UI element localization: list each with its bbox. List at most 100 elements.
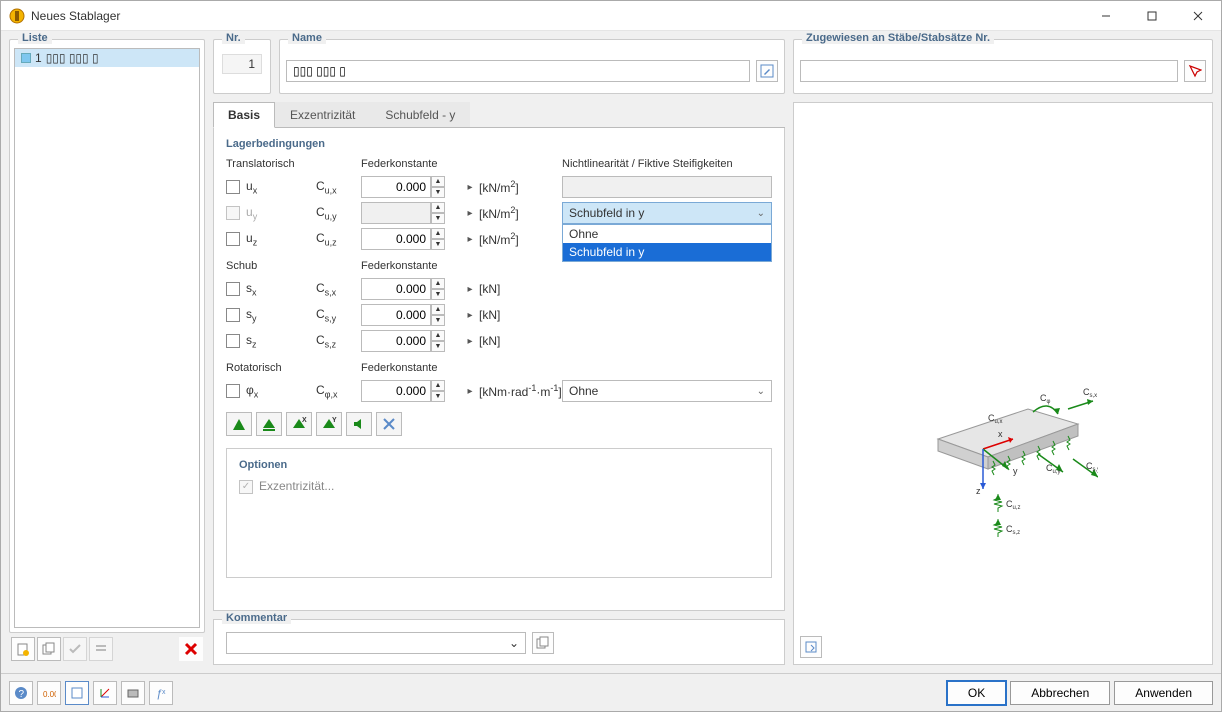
uy-nonlin-dropdown[interactable]: Schubfeld in y ⌄ Ohne Schubfeld in y bbox=[562, 202, 772, 224]
cuy-input bbox=[361, 202, 431, 224]
cux-input[interactable] bbox=[361, 176, 431, 198]
ux-checkbox[interactable] bbox=[226, 180, 240, 194]
translat-header: Translatorisch bbox=[226, 158, 316, 170]
csx-input[interactable] bbox=[361, 278, 431, 300]
cuz-input[interactable] bbox=[361, 228, 431, 250]
cux-menu[interactable]: ▸ bbox=[463, 176, 477, 198]
support-type-2-button[interactable] bbox=[256, 412, 282, 436]
comment-library-button[interactable] bbox=[532, 632, 554, 654]
lager-section-title: Lagerbedingungen bbox=[226, 138, 772, 150]
nr-value: 1 bbox=[222, 54, 262, 74]
csx-menu[interactable]: ▸ bbox=[463, 278, 477, 300]
list-box[interactable]: 1 ▯▯▯ ▯▯▯ ▯ bbox=[14, 48, 200, 628]
cux-spin-up[interactable]: ▲ bbox=[431, 176, 445, 187]
feder-header-2: Federkonstante bbox=[361, 260, 477, 272]
list-copy-button[interactable] bbox=[37, 637, 61, 661]
close-button[interactable] bbox=[1175, 1, 1221, 31]
app-icon bbox=[9, 8, 25, 24]
name-edit-button[interactable] bbox=[756, 60, 778, 82]
tab-basis[interactable]: Basis bbox=[213, 102, 275, 128]
cuz-menu[interactable]: ▸ bbox=[463, 228, 477, 250]
cuy-spin-down: ▼ bbox=[431, 213, 445, 224]
assign-label: Zugewiesen an Stäbe/Stabsätze Nr. bbox=[802, 32, 994, 44]
list-delete-button[interactable] bbox=[179, 637, 203, 661]
cuy-spin-up: ▲ bbox=[431, 202, 445, 213]
coord-button[interactable] bbox=[65, 681, 89, 705]
list-item-label: ▯▯▯ ▯▯▯ ▯ bbox=[46, 51, 99, 65]
list-new-button[interactable] bbox=[11, 637, 35, 661]
svg-text:y: y bbox=[1013, 466, 1018, 476]
csy-input[interactable] bbox=[361, 304, 431, 326]
tab-schubfeld-y[interactable]: Schubfeld - y bbox=[370, 102, 470, 127]
dd-option-schubfeld[interactable]: Schubfeld in y bbox=[563, 243, 771, 261]
nr-label: Nr. bbox=[222, 32, 245, 44]
chevron-down-icon: ⌄ bbox=[757, 208, 765, 219]
svg-text:0.00: 0.00 bbox=[43, 690, 56, 699]
support-type-sound-button[interactable] bbox=[346, 412, 372, 436]
svg-text:Cs,x: Cs,x bbox=[1083, 387, 1097, 399]
phix-nonlin-dropdown[interactable]: Ohne⌄ bbox=[562, 380, 772, 402]
preview-diagram: x y z Cφ Cs,x bbox=[908, 359, 1098, 549]
feder-header: Federkonstante bbox=[361, 158, 477, 170]
csz-input[interactable] bbox=[361, 330, 431, 352]
window-title: Neues Stablager bbox=[31, 9, 1083, 23]
minimize-button[interactable] bbox=[1083, 1, 1129, 31]
support-type-y-button[interactable]: Y bbox=[316, 412, 342, 436]
cancel-button[interactable]: Abbrechen bbox=[1010, 681, 1110, 705]
svg-text:x: x bbox=[162, 689, 166, 696]
sz-checkbox[interactable] bbox=[226, 334, 240, 348]
ux-nonlin-dropdown bbox=[562, 176, 772, 198]
apply-button[interactable]: Anwenden bbox=[1114, 681, 1213, 705]
feder-header-3: Federkonstante bbox=[361, 362, 477, 374]
cux-spin-down[interactable]: ▼ bbox=[431, 187, 445, 198]
uy-checkbox bbox=[226, 206, 240, 220]
list-item-color bbox=[21, 53, 31, 63]
uz-checkbox[interactable] bbox=[226, 232, 240, 246]
name-label: Name bbox=[288, 32, 326, 44]
sy-checkbox[interactable] bbox=[226, 308, 240, 322]
assign-pick-button[interactable] bbox=[1184, 60, 1206, 82]
dd-option-ohne[interactable]: Ohne bbox=[563, 225, 771, 243]
list-panel-title: Liste bbox=[18, 32, 52, 44]
phix-checkbox[interactable] bbox=[226, 384, 240, 398]
preview-toggle-button[interactable] bbox=[121, 681, 145, 705]
comment-input[interactable]: ⌄ bbox=[226, 632, 526, 654]
cuz-spin-down[interactable]: ▼ bbox=[431, 239, 445, 250]
assign-input[interactable] bbox=[800, 60, 1178, 82]
cphix-menu[interactable]: ▸ bbox=[463, 380, 477, 402]
svg-text:x: x bbox=[998, 429, 1003, 439]
exz-checkbox bbox=[239, 480, 253, 494]
support-type-cross-button[interactable] bbox=[376, 412, 402, 436]
units-button[interactable]: 0.00 bbox=[37, 681, 61, 705]
svg-text:Cu,z: Cu,z bbox=[1006, 499, 1021, 511]
nonlin-header: Nichtlinearität / Fiktive Steifigkeiten bbox=[562, 158, 772, 170]
maximize-button[interactable] bbox=[1129, 1, 1175, 31]
cuz-spin-up[interactable]: ▲ bbox=[431, 228, 445, 239]
svg-text:Y: Y bbox=[332, 417, 337, 424]
chevron-down-icon: ⌄ bbox=[757, 386, 765, 397]
svg-text:Cφ: Cφ bbox=[1040, 393, 1051, 405]
list-item[interactable]: 1 ▯▯▯ ▯▯▯ ▯ bbox=[15, 49, 199, 67]
list-check-button bbox=[63, 637, 87, 661]
ok-button[interactable]: OK bbox=[947, 681, 1006, 705]
chevron-down-icon: ⌄ bbox=[509, 636, 519, 650]
csy-menu[interactable]: ▸ bbox=[463, 304, 477, 326]
cphix-input[interactable] bbox=[361, 380, 431, 402]
support-type-x-button[interactable]: X bbox=[286, 412, 312, 436]
tab-exzentrizitat[interactable]: Exzentrizität bbox=[275, 102, 370, 127]
svg-text:z: z bbox=[976, 486, 981, 496]
sx-checkbox[interactable] bbox=[226, 282, 240, 296]
help-button[interactable]: ? bbox=[9, 681, 33, 705]
svg-text:?: ? bbox=[19, 689, 25, 700]
support-type-1-button[interactable] bbox=[226, 412, 252, 436]
svg-text:Cs,z: Cs,z bbox=[1006, 524, 1020, 536]
preview-expand-button[interactable] bbox=[800, 636, 822, 658]
name-input[interactable] bbox=[286, 60, 750, 82]
script-button[interactable]: ƒx bbox=[149, 681, 173, 705]
cuy-menu[interactable]: ▸ bbox=[463, 202, 477, 224]
exz-label: Exzentrizität... bbox=[259, 479, 334, 493]
uy-nonlin-dropdown-list[interactable]: Ohne Schubfeld in y bbox=[562, 224, 772, 262]
csz-menu[interactable]: ▸ bbox=[463, 330, 477, 352]
axis-button[interactable] bbox=[93, 681, 117, 705]
svg-text:X: X bbox=[302, 417, 307, 424]
